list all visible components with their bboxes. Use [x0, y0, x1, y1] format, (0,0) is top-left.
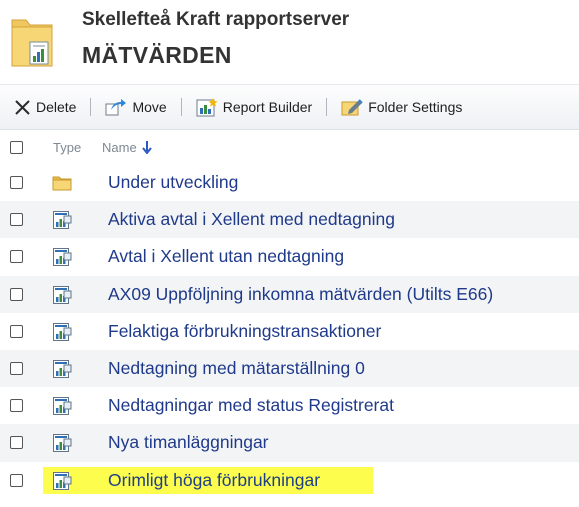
report-icon: [52, 210, 72, 230]
report-icon: [52, 359, 72, 379]
row-checkbox[interactable]: [10, 287, 23, 301]
report-link[interactable]: Nedtagning med mätarställning 0: [108, 358, 365, 379]
toolbar-divider: [326, 98, 328, 116]
report-icon: [52, 285, 72, 305]
folder-settings-label: Folder Settings: [368, 99, 463, 115]
row-checkbox[interactable]: [10, 213, 23, 227]
list-item: Felaktiga förbrukningstransaktioner: [0, 313, 579, 350]
row-checkbox[interactable]: [10, 399, 23, 413]
list-item: Nedtagning med mätarställning 0: [0, 349, 579, 388]
report-builder-icon: [196, 98, 218, 117]
report-builder-label: Report Builder: [222, 99, 313, 115]
name-column-label: Name: [102, 139, 137, 155]
site-title: Skellefteå Kraft rapportserver: [82, 9, 350, 30]
folder-settings-icon: [341, 99, 363, 116]
folder-icon: [52, 173, 72, 193]
list-header: Type Name: [0, 130, 579, 164]
move-icon: [105, 99, 127, 116]
row-checkbox[interactable]: [10, 250, 23, 264]
list-item: Aktiva avtal i Xellent med nedtagning: [0, 201, 579, 239]
row-checkbox[interactable]: [10, 361, 23, 375]
report-link[interactable]: Aktiva avtal i Xellent med nedtagning: [108, 209, 395, 230]
report-link[interactable]: Orimligt höga förbrukningar: [108, 470, 320, 491]
select-all-checkbox[interactable]: [10, 141, 23, 154]
report-link[interactable]: Felaktiga förbrukningstransaktioner: [108, 321, 381, 342]
report-icon: [52, 471, 72, 491]
list-item: Under utveckling: [0, 164, 579, 201]
row-checkbox[interactable]: [10, 436, 23, 450]
page-title: MÄTVÄRDEN: [82, 42, 232, 68]
row-checkbox[interactable]: [10, 324, 23, 338]
row-checkbox[interactable]: [10, 176, 23, 189]
move-label: Move: [132, 99, 167, 115]
report-icon: [52, 247, 72, 267]
report-icon: [52, 396, 72, 416]
folder-report-icon: [11, 19, 53, 67]
sort-down-arrow-icon: [141, 140, 152, 154]
report-builder-button[interactable]: Report Builder: [196, 97, 313, 117]
folder-settings-button[interactable]: Folder Settings: [341, 98, 462, 116]
page-header: Skellefteå Kraft rapportserver MÄTVÄRDEN: [0, 0, 579, 78]
delete-label: Delete: [36, 99, 77, 115]
list-item: Nya timanläggningar: [0, 424, 579, 462]
list-item: AX09 Uppföljning inkomna mätvärden (Util…: [0, 275, 579, 313]
move-button[interactable]: Move: [105, 98, 167, 116]
list-item: Nedtagningar med status Registrerat: [0, 387, 579, 424]
close-icon: [15, 99, 30, 115]
report-icon: [52, 322, 72, 342]
report-link[interactable]: Nya timanläggningar: [108, 432, 269, 453]
toolbar-divider: [180, 98, 182, 116]
name-column-header[interactable]: Name: [102, 140, 152, 155]
report-icon: [52, 433, 72, 453]
toolbar-divider: [90, 98, 92, 116]
list-item: Orimligt höga förbrukningar: [0, 462, 579, 499]
delete-button[interactable]: Delete: [14, 99, 76, 116]
folder-link[interactable]: Under utveckling: [108, 172, 238, 193]
report-link[interactable]: Nedtagningar med status Registrerat: [108, 395, 394, 416]
toolbar: Delete Move Report Builder Folder Settin…: [0, 84, 579, 130]
report-list: Type Name Under utveckling Aktiva avtal i…: [0, 130, 579, 499]
row-checkbox[interactable]: [10, 473, 23, 487]
list-item: Avtal i Xellent utan nedtagning: [0, 238, 579, 275]
report-link[interactable]: AX09 Uppföljning inkomna mätvärden (Util…: [108, 284, 493, 305]
type-column-header: Type: [53, 139, 82, 155]
report-link[interactable]: Avtal i Xellent utan nedtagning: [108, 246, 344, 267]
